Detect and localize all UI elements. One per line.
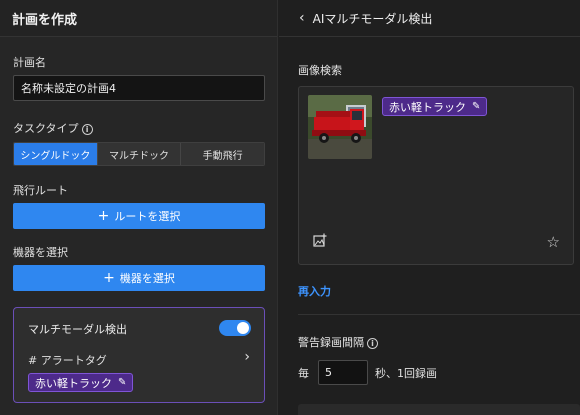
interval-prefix: 毎 [298, 366, 309, 380]
pen-icon[interactable]: ✎ [472, 101, 480, 112]
multimodal-toggle[interactable] [219, 320, 251, 336]
image-search-box[interactable]: 赤い軽トラック ✎ ☆ [298, 86, 574, 265]
interval-label: 警告録画間隔 [298, 336, 364, 349]
select-device-button[interactable]: + 機器を選択 [13, 265, 265, 291]
task-type-multi-dock[interactable]: マルチドック [96, 143, 181, 165]
select-device-button-label: 機器を選択 [119, 272, 175, 285]
alert-tag-text: 赤い軽トラック [35, 376, 112, 390]
task-type-selector: シングルドック マルチドック 手動飛行 [13, 142, 265, 166]
create-plan-panel: 計画を作成 計画名 タスクタイプi シングルドック マルチドック 手動飛行 飛行… [0, 0, 278, 415]
multimodal-detection-card: マルチモーダル検出 # アラートタグ › 赤い軽トラック ✎ [13, 307, 265, 403]
plus-icon: + [103, 270, 115, 286]
device-label: 機器を選択 [13, 246, 68, 259]
task-type-label-row: タスクタイプ i [13, 120, 93, 136]
toggle-knob [237, 322, 249, 334]
plus-icon: + [97, 208, 110, 224]
divider [298, 314, 580, 315]
search-image-thumbnail[interactable] [308, 95, 372, 159]
image-tag-text: 赤い軽トラック [389, 100, 466, 114]
next-section-bar [298, 404, 580, 415]
task-type-single-dock[interactable]: シングルドック [14, 143, 97, 165]
plan-name-input[interactable] [13, 75, 265, 101]
info-icon[interactable]: i [81, 124, 93, 135]
image-search-label: 画像検索 [298, 64, 342, 77]
select-route-button-label: ルートを選択 [114, 210, 181, 223]
ai-multimodal-panel: ‹ AIマルチモーダル検出 画像検索 赤い軽トラック ✎ ☆ 再入力 警告録画間… [279, 0, 580, 415]
panel-header: 計画を作成 [0, 0, 277, 37]
multimodal-label: マルチモーダル検出 [28, 323, 127, 336]
info-icon[interactable]: i [367, 338, 378, 349]
panel-header: ‹ AIマルチモーダル検出 [279, 0, 580, 37]
task-type-label: タスクタイプ [13, 122, 79, 135]
reenter-link[interactable]: 再入力 [298, 283, 331, 299]
interval-suffix: 秒、1回録画 [375, 366, 437, 380]
select-route-button[interactable]: + ルートを選択 [13, 203, 265, 229]
interval-label-row: 警告録画間隔 i [298, 334, 378, 350]
alert-tag-chip[interactable]: 赤い軽トラック ✎ [28, 373, 134, 392]
pen-icon[interactable]: ✎ [118, 377, 126, 388]
image-tag-chip[interactable]: 赤い軽トラック ✎ [382, 97, 488, 116]
panel-title: AIマルチモーダル検出 [312, 11, 433, 26]
interval-seconds-input[interactable] [318, 360, 368, 385]
chevron-left-icon[interactable]: ‹ [299, 10, 305, 26]
star-icon[interactable]: ☆ [547, 233, 560, 251]
page-title: 計画を作成 [12, 12, 78, 28]
plan-name-label: 計画名 [13, 56, 46, 69]
task-type-manual-flight[interactable]: 手動飛行 [180, 143, 264, 165]
route-label: 飛行ルート [13, 184, 68, 197]
image-add-icon[interactable] [313, 233, 327, 250]
alert-tag-label: # アラートタグ [28, 354, 107, 367]
interval-row: 毎 秒、1回録画 [298, 360, 437, 385]
chevron-right-icon[interactable]: › [244, 349, 250, 365]
